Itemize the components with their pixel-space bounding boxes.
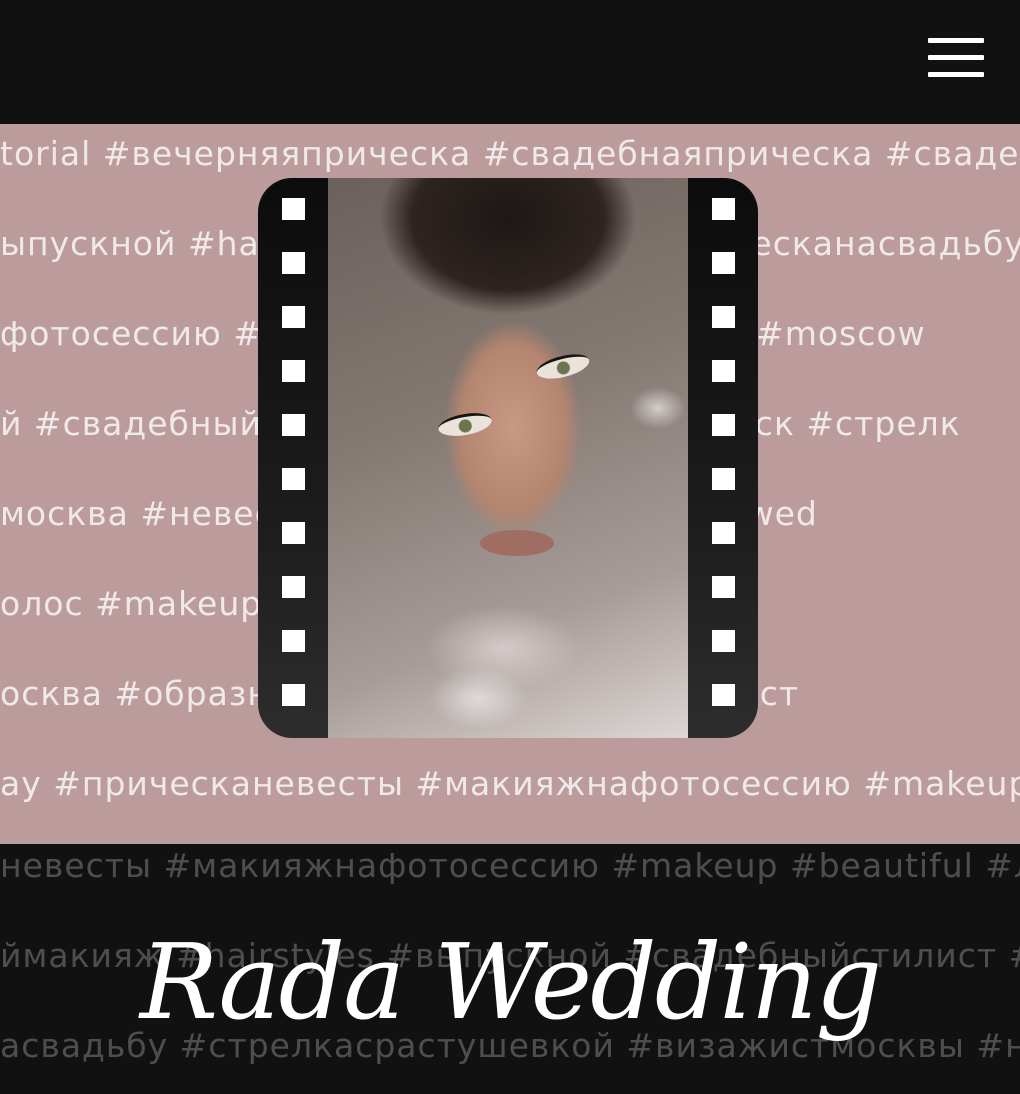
header (0, 0, 1020, 124)
sprocket-hole (712, 252, 735, 274)
sprocket-hole (282, 252, 305, 274)
photo-eye (534, 349, 592, 384)
sprocket-hole (712, 198, 735, 220)
hashtag-row: ay #прическаневесты #макияжнафотосессию … (0, 764, 1020, 803)
menu-bar (928, 72, 984, 77)
film-strip-frame (258, 178, 758, 738)
sprocket-hole (712, 630, 735, 652)
sprocket-hole (282, 630, 305, 652)
menu-bar (928, 55, 984, 60)
brand-title: Rada Wedding (139, 921, 882, 1043)
sprocket-hole (712, 576, 735, 598)
hamburger-menu-icon[interactable] (928, 38, 984, 80)
sprocket-hole (712, 468, 735, 490)
hashtag-row-dark: невесты #макияжнафотосессию #makeup #bea… (0, 846, 1020, 885)
hero-photo (328, 178, 688, 738)
photo-eye (436, 409, 494, 440)
sprocket-hole (712, 414, 735, 436)
sprocket-hole (282, 684, 305, 706)
sprocket-hole (282, 522, 305, 544)
sprocket-hole (282, 576, 305, 598)
sprocket-hole (282, 468, 305, 490)
film-sprocket-right (688, 178, 758, 738)
hashtag-row: torial #вечерняяприческа #свадебнаяприче… (0, 134, 1020, 173)
menu-bar (928, 38, 984, 43)
photo-lips (480, 530, 554, 556)
sprocket-hole (282, 360, 305, 382)
sprocket-hole (282, 414, 305, 436)
sprocket-hole (712, 360, 735, 382)
sprocket-hole (282, 198, 305, 220)
sprocket-hole (712, 306, 735, 328)
sprocket-hole (712, 684, 735, 706)
film-sprocket-left (258, 178, 328, 738)
sprocket-hole (712, 522, 735, 544)
sprocket-hole (282, 306, 305, 328)
